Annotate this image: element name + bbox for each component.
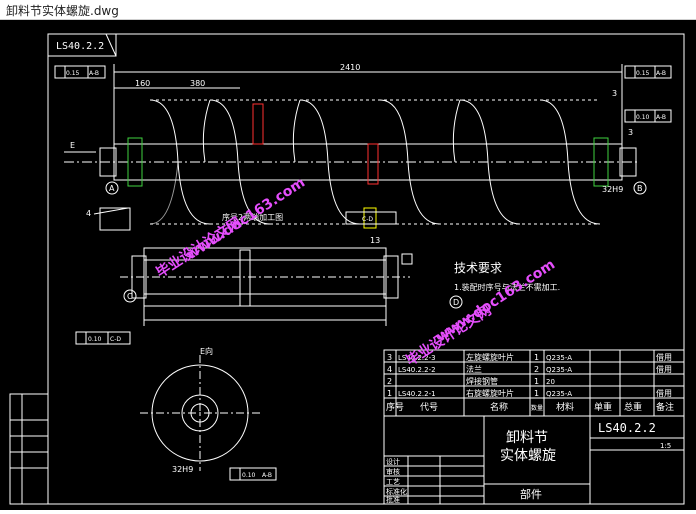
svg-text:0.15: 0.15 [636,70,650,77]
dim-32h9-flange: 32H9 [172,465,193,474]
svg-text:1: 1 [534,353,539,362]
view-e-label: E向 [200,346,213,356]
svg-text:C-D: C-D [362,216,373,223]
svg-text:工艺: 工艺 [386,478,400,486]
dim-380: 380 [190,79,205,88]
cad-canvas[interactable]: LS40.2.2 2410 0.15 A-B 0.15 A-B 0.10 A-B… [0,20,696,510]
section-mark-1 [252,103,264,145]
flange-view [140,355,260,471]
svg-text:4: 4 [387,365,392,374]
drawing-number: LS40.2.2 [56,41,104,52]
svg-text:数量: 数量 [531,404,543,412]
window-titlebar: 卸料节实体螺旋.dwg [0,0,696,20]
tech-title: 技术要求 [454,261,502,275]
svg-text:A-B: A-B [656,114,666,121]
label-e: E [70,141,75,150]
svg-text:借用: 借用 [656,352,672,362]
svg-text:Q235-A: Q235-A [546,390,572,398]
svg-text:A-B: A-B [656,70,666,77]
svg-text:标准化: 标准化 [386,487,407,496]
svg-text:名称: 名称 [490,401,508,413]
bom-table: 3 LS40.2.2-3 左旋螺旋叶片 1 Q235-A 借用 4 LS40.2… [383,349,685,417]
svg-text:B: B [637,184,643,193]
svg-text:1: 1 [387,389,392,398]
tolerance-frame-left: 0.15 A-B [54,65,106,79]
title-drawing-number: LS40.2.2 [598,421,656,435]
svg-text:总重: 总重 [624,401,642,413]
svg-text:0.10: 0.10 [636,114,650,121]
dim-32h9: 32H9 [602,185,623,194]
pipe-detail: 13 [120,236,413,326]
svg-text:法兰: 法兰 [466,364,482,374]
svg-text:批准: 批准 [386,495,400,504]
svg-text:备注: 备注 [656,401,674,413]
svg-text:20: 20 [546,378,555,386]
svg-text:右旋螺旋叶片: 右旋螺旋叶片 [466,388,514,398]
svg-text:0.10: 0.10 [88,336,102,343]
svg-text:LS40.2.2-2: LS40.2.2-2 [398,366,436,374]
drawing-frame [47,33,685,505]
tolerance-frame-right-2: 0.10 A-B [624,109,672,123]
revision-stamp [9,393,49,505]
svg-text:Q235-A: Q235-A [546,354,572,362]
svg-text:0.10: 0.10 [242,472,256,479]
svg-text:Q235-A: Q235-A [546,366,572,374]
tolerance-frame-cd-top: C-D [345,211,397,225]
svg-text:C-D: C-D [110,336,121,343]
tolerance-frame-right-1: 0.15 A-B [624,65,672,79]
svg-text:A-B: A-B [262,472,272,479]
svg-text:单重: 单重 [594,401,612,413]
svg-text:材料: 材料 [556,401,574,413]
dim-13: 13 [370,236,380,245]
section-mark-2 [367,143,379,185]
dim-160: 160 [135,79,150,88]
title-name-2: 实体螺旋 [500,448,556,464]
svg-text:左旋螺旋叶片: 左旋螺旋叶片 [466,352,514,362]
svg-text:序号: 序号 [386,401,404,413]
window-title: 卸料节实体螺旋.dwg [6,4,119,18]
svg-text:D: D [453,298,459,307]
svg-text:借用: 借用 [656,388,672,398]
tolerance-frame-flange: 0.10 A-B [229,467,277,481]
title-name-1: 卸料节 [506,430,548,446]
cad-drawing: LS40.2.2 2410 0.15 A-B 0.15 A-B 0.10 A-B… [9,33,685,505]
dim-3-top: 3 [612,89,617,98]
svg-text:代号: 代号 [420,402,438,413]
svg-text:审核: 审核 [386,467,400,476]
svg-text:A: A [109,184,115,193]
svg-text:1: 1 [534,389,539,398]
scale: 1:5 [660,442,671,450]
dim-total: 2410 [340,63,360,72]
tolerance-frame-cd-bottom: 0.10 C-D [75,331,131,345]
svg-text:焊接钢管: 焊接钢管 [466,376,498,386]
svg-text:1: 1 [534,377,539,386]
dim-3-right: 3 [628,128,633,137]
svg-text:2: 2 [387,377,392,386]
svg-text:借用: 借用 [656,364,672,374]
svg-text:设计: 设计 [386,457,400,466]
title-part: 部件 [520,487,542,501]
svg-text:A-B: A-B [89,70,99,77]
label-4: 4 [86,209,91,218]
svg-text:LS40.2.2-1: LS40.2.2-1 [398,390,436,398]
svg-text:3: 3 [387,353,392,362]
svg-text:2: 2 [534,365,539,374]
title-block: 卸料节 实体螺旋 部件 LS40.2.2 1:5 设计 审核 工艺 标准化 批准 [383,415,685,505]
svg-text:0.15: 0.15 [66,70,80,77]
